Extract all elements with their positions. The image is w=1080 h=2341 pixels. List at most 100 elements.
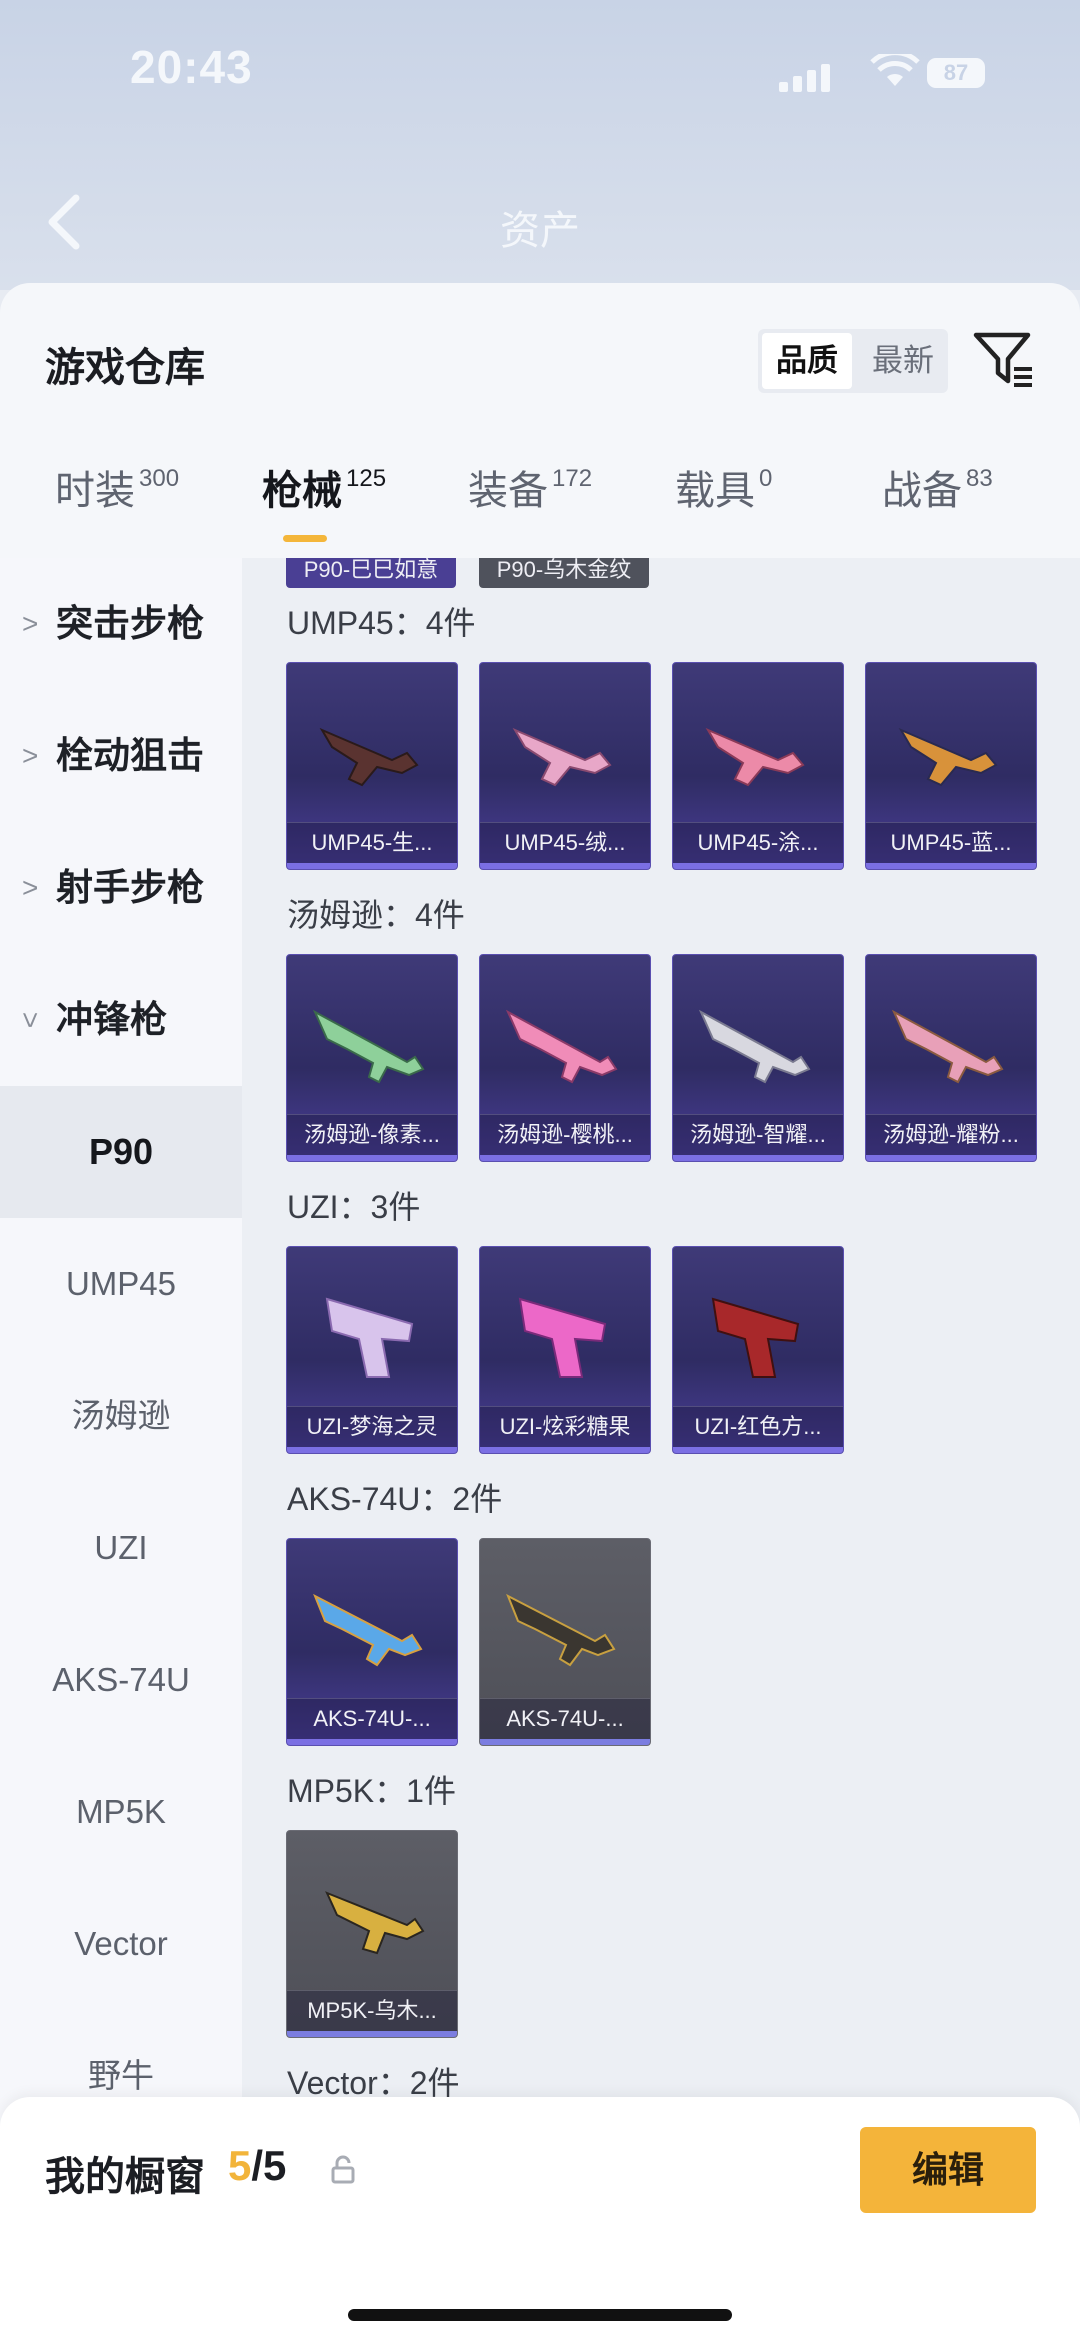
weapon-card[interactable]: P90-乌木金纹 [479, 558, 649, 588]
status-bar: 20:43 87 [0, 40, 1080, 120]
weapon-name: AKS-74U-... [480, 1698, 650, 1739]
tab-firearms[interactable]: 枪械 125 [262, 458, 386, 516]
showcase-count: 5/5 [228, 2142, 287, 2189]
rarity-bar [287, 2031, 457, 2037]
section-title-ump45: UMP45：4件 [287, 605, 476, 641]
section-title-thompson: 汤姆逊：4件 [287, 897, 465, 933]
weapon-icon [711, 1297, 800, 1378]
nav-bar: 资产 [0, 180, 1080, 270]
weapon-icon [312, 1009, 425, 1084]
battery-indicator: 87 [927, 58, 985, 88]
tab-fashion[interactable]: 时装 300 [55, 458, 179, 516]
rarity-bar [866, 863, 1036, 869]
nav-title: 资产 [500, 209, 580, 253]
rarity-bar [673, 1447, 843, 1453]
sidebar-category-assault-rifle[interactable]: > 突击步枪 [0, 558, 242, 690]
chevron-right-icon: > [22, 740, 39, 771]
weapon-card[interactable]: 汤姆逊-智耀... [672, 954, 844, 1162]
weapon-name: 汤姆逊-智耀... [673, 1114, 843, 1155]
tab-supplies[interactable]: 战备 83 [882, 458, 993, 516]
weapon-name: 汤姆逊-像素... [287, 1114, 457, 1155]
lock-icon [331, 2155, 355, 2184]
rarity-bar [480, 1739, 650, 1745]
weapon-icon [506, 1593, 616, 1667]
rarity-bar [673, 863, 843, 869]
weapon-icon [313, 1593, 423, 1667]
weapon-name: MP5K-乌木... [287, 1990, 457, 2031]
active-tab-indicator [283, 535, 327, 542]
weapon-card[interactable]: AKS-74U-... [479, 1538, 651, 1746]
back-arrow-icon[interactable] [40, 192, 90, 252]
weapon-card[interactable]: 汤姆逊-耀粉... [865, 954, 1037, 1162]
sidebar-category-bolt-sniper[interactable]: > 栓动狙击 [0, 690, 242, 822]
weapon-name: 汤姆逊-樱桃... [480, 1114, 650, 1155]
weapon-card[interactable]: P90-巳巳如意 [286, 558, 456, 588]
weapon-card[interactable]: 汤姆逊-樱桃... [479, 954, 651, 1162]
sidebar-item-thompson[interactable]: 汤姆逊 [0, 1350, 242, 1482]
weapon-icon [705, 727, 805, 787]
weapon-name: UZI-梦海之灵 [287, 1406, 457, 1447]
weapon-name: 汤姆逊-耀粉... [866, 1114, 1036, 1155]
weapon-icon [518, 1297, 607, 1378]
section-title-uzi: UZI：3件 [287, 1189, 421, 1225]
signal-icon [779, 64, 835, 92]
sidebar-item-uzi[interactable]: UZI [0, 1482, 242, 1614]
weapon-icon [512, 727, 612, 787]
rarity-bar [287, 1155, 457, 1161]
weapon-icon [325, 1297, 414, 1378]
rarity-bar [480, 863, 650, 869]
panel-title: 游戏仓库 [45, 346, 205, 390]
sidebar-item-ump45[interactable]: UMP45 [0, 1218, 242, 1350]
sidebar-category-marksman-rifle[interactable]: > 射手步枪 [0, 822, 242, 954]
edit-button[interactable]: 编辑 [860, 2127, 1036, 2213]
home-indicator [348, 2309, 732, 2321]
rarity-bar [287, 1739, 457, 1745]
weapon-card[interactable]: 汤姆逊-像素... [286, 954, 458, 1162]
tab-equipment[interactable]: 装备 172 [468, 458, 592, 516]
showcase-bar: 我的橱窗 5/5 编辑 [0, 2097, 1080, 2341]
section-title-aks74u: AKS-74U：2件 [287, 1481, 503, 1517]
weapon-name: UZI-红色方... [673, 1406, 843, 1447]
weapon-card[interactable]: UMP45-涂... [672, 662, 844, 870]
weapon-name: UZI-炫彩糖果 [480, 1406, 650, 1447]
weapon-card[interactable]: MP5K-乌木... [286, 1830, 458, 2038]
tab-vehicles[interactable]: 载具 0 [675, 458, 772, 516]
weapon-icon [325, 1891, 425, 1955]
weapon-icon [891, 1009, 1004, 1084]
filter-icon[interactable] [972, 327, 1036, 391]
clock: 20:43 [130, 41, 253, 93]
rarity-bar [480, 1447, 650, 1453]
weapon-name: UMP45-涂... [673, 822, 843, 863]
rarity-bar [480, 1155, 650, 1161]
sidebar-item-mp5k[interactable]: MP5K [0, 1746, 242, 1878]
rarity-bar [673, 1155, 843, 1161]
chevron-right-icon: > [22, 608, 39, 639]
weapon-card[interactable]: UZI-红色方... [672, 1246, 844, 1454]
weapon-icon [505, 1009, 618, 1084]
sidebar-category-smg[interactable]: > 冲锋枪 [0, 954, 242, 1086]
weapon-sidebar: > 突击步枪 > 栓动狙击 > 射手步枪 > 冲锋枪 P90 UMP45 汤姆逊 UZI… [0, 558, 242, 2341]
weapon-card[interactable]: UZI-炫彩糖果 [479, 1246, 651, 1454]
weapon-name: UMP45-绒... [480, 822, 650, 863]
sidebar-item-p90[interactable]: P90 [0, 1086, 242, 1218]
weapon-card[interactable]: UZI-梦海之灵 [286, 1246, 458, 1454]
weapon-card[interactable]: UMP45-生... [286, 662, 458, 870]
category-tabs: 时装 300 枪械 125 装备 172 载具 0 战备 83 [0, 458, 1080, 554]
weapon-card[interactable]: AKS-74U-... [286, 1538, 458, 1746]
weapon-icon [898, 727, 998, 787]
weapon-name: AKS-74U-... [287, 1698, 457, 1739]
weapon-card[interactable]: UMP45-绒... [479, 662, 651, 870]
wifi-icon [870, 54, 920, 86]
sidebar-item-vector[interactable]: Vector [0, 1878, 242, 2010]
sidebar-item-aks74u[interactable]: AKS-74U [0, 1614, 242, 1746]
sort-quality-button[interactable]: 品质 [762, 333, 852, 389]
weapon-name: UMP45-生... [287, 822, 457, 863]
weapon-card[interactable]: UMP45-蓝... [865, 662, 1037, 870]
weapon-icon [319, 727, 419, 787]
rarity-bar [866, 1155, 1036, 1161]
weapon-icon [698, 1009, 811, 1084]
rarity-bar [287, 863, 457, 869]
warehouse-panel: 游戏仓库 品质 最新 时装 300 枪械 125 装备 172 载具 0 战备 83 > 突… [0, 283, 1080, 2341]
sort-newest-button[interactable]: 最新 [858, 329, 948, 393]
showcase-title: 我的橱窗 [45, 2155, 205, 2199]
